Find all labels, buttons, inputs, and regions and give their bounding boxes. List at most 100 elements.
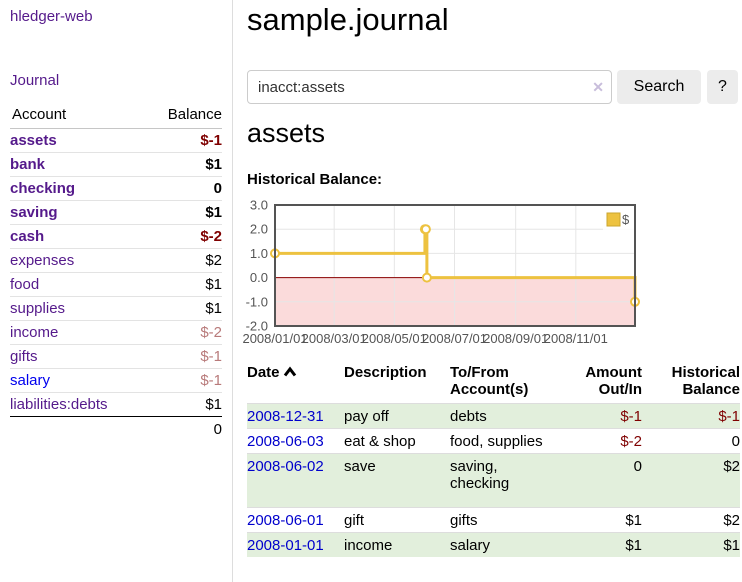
account-balance: $1 [144, 273, 222, 297]
help-button[interactable]: ? [707, 70, 738, 104]
x-axis-tick-label: 2008/03/01 [302, 331, 367, 346]
column-header-description: Description [344, 361, 450, 404]
transaction-amount: $-1 [560, 404, 642, 429]
account-link-liabilities-debts[interactable]: liabilities:debts [10, 396, 108, 413]
account-balance: $1 [144, 393, 222, 417]
account-link-assets[interactable]: assets [10, 132, 57, 149]
account-balance: $2 [144, 249, 222, 273]
account-link-supplies[interactable]: supplies [10, 300, 65, 317]
historical-balance-chart: 3.02.01.00.0-1.0-2.02008/01/012008/03/01… [243, 200, 643, 350]
legend-swatch [607, 213, 620, 226]
transaction-amount: 0 [560, 454, 642, 508]
register-row: 2008-01-01 income salary $1 $1 [247, 533, 740, 558]
register-row: 2008-06-02 save saving, checking 0 $2 [247, 454, 740, 508]
account-row: gifts $-1 [10, 345, 222, 369]
transaction-description: income [344, 533, 450, 558]
account-balance: $-1 [144, 345, 222, 369]
account-row: supplies $1 [10, 297, 222, 321]
transaction-accounts: salary [450, 533, 560, 558]
clear-search-icon[interactable]: ✕ [592, 78, 604, 96]
search-box: ✕ [247, 70, 612, 104]
transaction-description: gift [344, 508, 450, 533]
accounts-header-account: Account [10, 101, 144, 129]
transaction-accounts: debts [450, 404, 560, 429]
transaction-balance: $-1 [642, 404, 740, 429]
account-balance: $-2 [144, 321, 222, 345]
account-link-cash[interactable]: cash [10, 228, 44, 245]
x-axis-tick-label: 2008/09/01 [483, 331, 548, 346]
transaction-balance: $2 [642, 454, 740, 508]
account-balance: $-1 [144, 129, 222, 153]
accounts-header-row: Account Balance [10, 101, 222, 129]
transaction-description: eat & shop [344, 429, 450, 454]
column-header-accounts: To/From Account(s) [450, 361, 560, 404]
transaction-date-link[interactable]: 2008-06-01 [247, 512, 324, 529]
sidebar: hledger-web Journal Account Balance asse… [0, 0, 233, 582]
account-heading: assets [247, 118, 325, 149]
column-header-balance: Historical Balance [642, 361, 740, 404]
column-header-date[interactable]: Date [247, 361, 344, 404]
account-link-saving[interactable]: saving [10, 204, 58, 221]
transaction-date-link[interactable]: 2008-06-03 [247, 433, 324, 450]
account-link-food[interactable]: food [10, 276, 39, 293]
account-balance: $1 [144, 201, 222, 225]
account-row: expenses $2 [10, 249, 222, 273]
account-link-bank[interactable]: bank [10, 156, 45, 173]
transaction-description: save [344, 454, 450, 508]
transaction-balance: $2 [642, 508, 740, 533]
register-row: 2008-06-01 gift gifts $1 $2 [247, 508, 740, 533]
y-axis-tick-label: 0.0 [250, 270, 268, 285]
account-balance: 0 [144, 177, 222, 201]
account-link-salary[interactable]: salary [10, 372, 50, 389]
accounts-header-balance: Balance [144, 101, 222, 129]
y-axis-tick-label: 2.0 [250, 222, 268, 237]
register-table: Date Description To/From Account(s) Amou… [247, 361, 740, 557]
transaction-balance: $1 [642, 533, 740, 558]
account-link-checking[interactable]: checking [10, 180, 75, 197]
transaction-accounts: gifts [450, 508, 560, 533]
transaction-description: pay off [344, 404, 450, 429]
account-row: saving $1 [10, 201, 222, 225]
account-balance: $-1 [144, 369, 222, 393]
data-point-marker [423, 274, 431, 282]
account-row: liabilities:debts $1 [10, 393, 222, 417]
x-axis-tick-label: 2008/05/01 [362, 331, 427, 346]
brand-link[interactable]: hledger-web [10, 8, 93, 25]
account-balance: $1 [144, 153, 222, 177]
account-balance: $1 [144, 297, 222, 321]
account-row: salary $-1 [10, 369, 222, 393]
column-header-amount: Amount Out/In [560, 361, 642, 404]
account-row: checking 0 [10, 177, 222, 201]
search-button[interactable]: Search [617, 70, 701, 104]
x-axis-tick-label: 2008/07/01 [422, 331, 487, 346]
register-header-row: Date Description To/From Account(s) Amou… [247, 361, 740, 404]
transaction-amount: $1 [560, 533, 642, 558]
transaction-date-link[interactable]: 2008-12-31 [247, 408, 324, 425]
account-link-gifts[interactable]: gifts [10, 348, 38, 365]
transaction-amount: $-2 [560, 429, 642, 454]
account-balance: $-2 [144, 225, 222, 249]
account-link-expenses[interactable]: expenses [10, 252, 74, 269]
data-point-marker [422, 225, 430, 233]
x-axis-tick-label: 2008/01/01 [243, 331, 308, 346]
search-input[interactable] [247, 70, 612, 104]
register-row: 2008-12-31 pay off debts $-1 $-1 [247, 404, 740, 429]
nav-journal-link[interactable]: Journal [10, 72, 59, 89]
date-column-label: Date [247, 364, 280, 381]
transaction-date-link[interactable]: 2008-06-02 [247, 458, 324, 475]
x-axis-tick-label: 2008/11/01 [544, 331, 608, 346]
transaction-balance: 0 [642, 429, 740, 454]
transaction-date-link[interactable]: 2008-01-01 [247, 537, 324, 554]
transaction-amount: $1 [560, 508, 642, 533]
register-row: 2008-06-03 eat & shop food, supplies $-2… [247, 429, 740, 454]
account-row: assets $-1 [10, 129, 222, 153]
account-row: income $-2 [10, 321, 222, 345]
account-link-income[interactable]: income [10, 324, 58, 341]
y-axis-tick-label: -1.0 [246, 294, 268, 309]
transaction-accounts: food, supplies [450, 429, 560, 454]
accounts-table: Account Balance assets $-1 bank $1 checkin… [10, 101, 222, 442]
account-row: bank $1 [10, 153, 222, 177]
accounts-total-row: 0 [10, 417, 222, 443]
y-axis-tick-label: 1.0 [250, 246, 268, 261]
account-row: cash $-2 [10, 225, 222, 249]
